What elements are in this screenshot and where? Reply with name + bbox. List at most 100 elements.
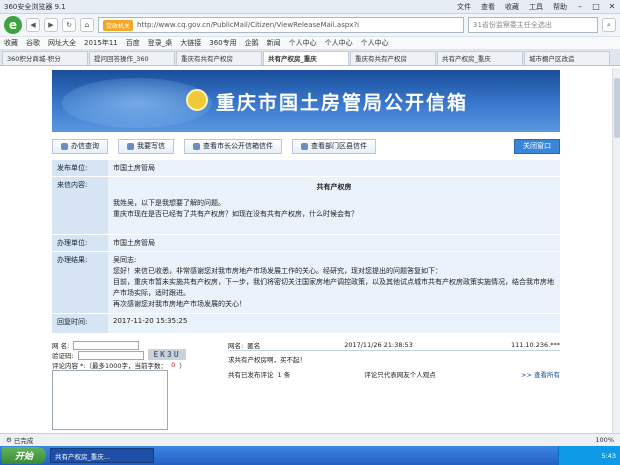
- back-icon[interactable]: ◀: [26, 18, 40, 32]
- button-label: 查看市长公开信箱信件: [203, 142, 273, 150]
- fav-item[interactable]: 谷歌: [26, 38, 40, 48]
- search-icon[interactable]: ⌕: [602, 18, 616, 32]
- letter-line: 重庆市现在是否已经有了共有产权房？如现在没有共有产权房，什么时候会有？: [113, 210, 358, 218]
- disclaimer: 评论只代表网友个人观点: [364, 371, 436, 379]
- site-banner: 重庆市国土房管局公开信箱: [52, 70, 560, 132]
- letter-line: 我姓吴，以下是我想要了解的问题。: [113, 199, 225, 207]
- fav-item[interactable]: 2015年11: [84, 38, 118, 48]
- handler-value: 市国土房管局: [108, 234, 560, 252]
- captcha-image[interactable]: EK3U: [148, 349, 186, 360]
- captcha-input[interactable]: [77, 350, 144, 360]
- result-label: 办理结果:: [52, 251, 108, 314]
- table-row: 回复时间: 2017-11-20 15:35:25: [52, 313, 560, 334]
- window-title: 360安全浏览器 9.1: [4, 2, 66, 11]
- department-letters-button[interactable]: 查看部门区县信件: [292, 138, 376, 154]
- page-content: 重庆市国土房管局公开信箱 办信查询 我要写信 查看市长公开信箱信件 查看部门区县…: [0, 68, 612, 433]
- close-icon[interactable]: ✕: [604, 2, 620, 11]
- comment-time: 2017/11/26 21:38:53: [344, 341, 413, 349]
- write-letter-button[interactable]: 我要写信: [118, 138, 174, 154]
- menu-view[interactable]: 查看: [476, 2, 500, 12]
- vertical-scrollbar[interactable]: [612, 68, 620, 433]
- url-input[interactable]: 党政机关 http://www.cq.gov.cn/PublicMail/Cit…: [98, 17, 464, 33]
- favorites-bar: 收藏 谷歌 网址大全 2015年11 百度 登录_桌 大链接 360专用 企鹅 …: [0, 36, 620, 50]
- comment-section: 网 名: 验证码: EK3U 评论内容 *:（最多1000字，当前字数： 0 ）…: [52, 340, 560, 433]
- status-bar: ⚙ 已完成 100%: [0, 433, 620, 446]
- browser-tab[interactable]: 重庆有共有产权房: [350, 50, 436, 65]
- captcha-label: 验证码:: [52, 352, 74, 360]
- letter-table: 发布单位: 市国土房管局 来信内容: 共有产权房 我姓吴，以下是我想要了解的问题…: [52, 160, 560, 334]
- comment-count-label: 共有已发布评论: [228, 371, 274, 379]
- name-input[interactable]: [73, 340, 140, 350]
- fav-item[interactable]: 百度: [126, 38, 140, 48]
- fav-item[interactable]: 新闻: [267, 38, 281, 48]
- browser-logo-icon: e: [4, 16, 22, 34]
- browser-tab[interactable]: 提问回答操作_360: [89, 50, 175, 65]
- menu-file[interactable]: 文件: [452, 2, 476, 12]
- start-button[interactable]: 开始: [2, 447, 46, 464]
- fav-item[interactable]: 登录_桌: [148, 38, 173, 48]
- comment-ip: 111.10.236.***: [510, 341, 560, 349]
- table-row: 发布单位: 市国土房管局: [52, 160, 560, 177]
- commenter-label: 网名:: [228, 342, 244, 350]
- browser-tab-active[interactable]: 共有产权房_重庆: [263, 50, 349, 65]
- fav-item[interactable]: 360专用: [209, 38, 236, 48]
- fav-item[interactable]: 个人中心: [361, 38, 389, 48]
- content-label: 评论内容 *:（最多1000字，当前字数：: [52, 362, 168, 370]
- fav-item[interactable]: 企鹅: [245, 38, 259, 48]
- commenter-name: 匿名: [247, 342, 261, 350]
- pen-icon: [127, 142, 134, 150]
- table-row: 来信内容: 共有产权房 我姓吴，以下是我想要了解的问题。 重庆市现在是否已经有了…: [52, 176, 560, 235]
- browser-tab[interactable]: 城市棚户区改造: [524, 50, 610, 65]
- comment-list: 网名: 匿名 2017/11/26 21:38:53 111.10.236.**…: [228, 340, 560, 379]
- maximize-icon[interactable]: □: [588, 2, 604, 11]
- letter-label: 来信内容:: [52, 176, 108, 235]
- fav-item[interactable]: 大链接: [180, 38, 201, 48]
- button-label: 查看部门区县信件: [311, 142, 367, 150]
- mail-icon: [193, 142, 200, 150]
- comment-header: 网名: 匿名 2017/11/26 21:38:53 111.10.236.**…: [228, 340, 560, 351]
- search-icon: [61, 142, 68, 150]
- menu-help[interactable]: 帮助: [548, 2, 572, 12]
- button-label: 我要写信: [137, 142, 165, 150]
- fav-item[interactable]: 收藏: [4, 38, 18, 48]
- search-input[interactable]: 31省份监察委主任全选出: [468, 17, 598, 33]
- url-text: http://www.cq.gov.cn/PublicMail/Citizen/…: [137, 21, 360, 29]
- taskbar: 开始 共有产权房_重庆... 5:43: [0, 446, 620, 465]
- browser-tab[interactable]: 360积分商城-积分: [2, 50, 88, 65]
- result-line: 您好！来信已收悉，非常感谢您对我市房地产市场发展工作的关心。经研究，现对您提出的…: [113, 267, 442, 275]
- comment-footer: 共有已发布评论 1 条 评论只代表网友个人观点 >> 查看所有: [228, 369, 560, 379]
- menu-favorites[interactable]: 收藏: [500, 2, 524, 12]
- view-all-link[interactable]: >> 查看所有: [521, 369, 560, 379]
- refresh-icon[interactable]: ↻: [62, 18, 76, 32]
- status-icon: ⚙: [6, 436, 14, 444]
- fav-item[interactable]: 个人中心: [325, 38, 353, 48]
- close-window-button[interactable]: 关闭窗口: [514, 138, 560, 154]
- name-label: 网 名:: [52, 342, 70, 350]
- comment-count: 1 条: [277, 371, 291, 379]
- taskbar-item[interactable]: 共有产权房_重庆...: [50, 448, 154, 463]
- system-tray-clock: 5:43: [558, 446, 620, 465]
- mayor-mailbox-button[interactable]: 查看市长公开信箱信件: [184, 138, 282, 154]
- emblem-icon: [186, 89, 208, 111]
- address-bar: e ◀ ▶ ↻ ⌂ 党政机关 http://www.cq.gov.cn/Publ…: [0, 14, 620, 36]
- forward-icon[interactable]: ▶: [44, 18, 58, 32]
- minimize-icon[interactable]: –: [572, 2, 588, 11]
- scroll-thumb[interactable]: [614, 78, 620, 138]
- unit-value: 市国土房管局: [108, 160, 560, 177]
- browser-tab[interactable]: 共有产权房_重庆: [437, 50, 523, 65]
- reply-time-value: 2017-11-20 15:35:25: [108, 313, 560, 334]
- zoom-level[interactable]: 100%: [595, 436, 614, 444]
- fav-item[interactable]: 网址大全: [48, 38, 76, 48]
- char-count: 0: [171, 361, 176, 369]
- query-letter-button[interactable]: 办信查询: [52, 138, 108, 154]
- table-row: 办理结果: 吴同志: 您好！来信已收悉，非常感谢您对我市房地产市场发展工作的关心…: [52, 251, 560, 314]
- table-row: 办理单位: 市国土房管局: [52, 234, 560, 252]
- browser-tab[interactable]: 重庆有共有产权房: [176, 50, 262, 65]
- home-icon[interactable]: ⌂: [80, 18, 94, 32]
- fav-item[interactable]: 个人中心: [289, 38, 317, 48]
- mail-icon: [301, 142, 308, 150]
- menu-tools[interactable]: 工具: [524, 2, 548, 12]
- browser-titlebar: 360安全浏览器 9.1 文件 查看 收藏 工具 帮助 – □ ✕: [0, 0, 620, 14]
- search-text: 31省份监察委主任全选出: [473, 21, 552, 29]
- comment-textarea[interactable]: [52, 370, 168, 430]
